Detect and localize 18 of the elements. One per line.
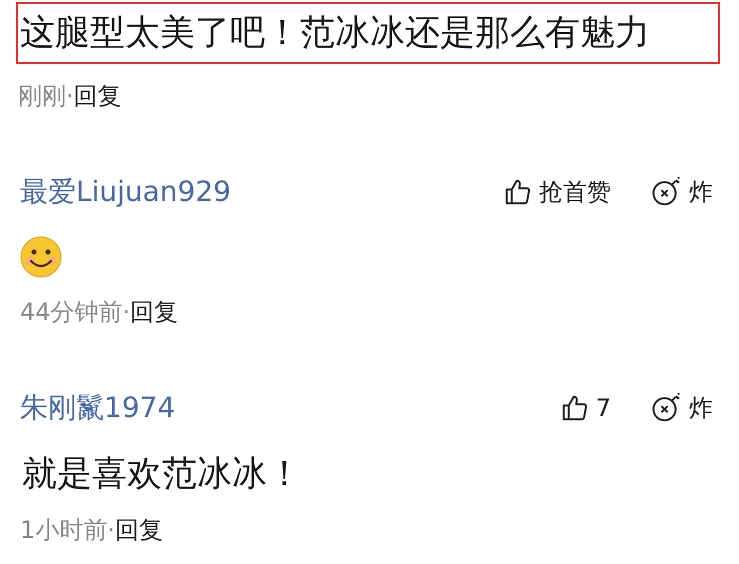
timestamp: 44分钟前·: [20, 297, 130, 328]
reply-link[interactable]: 回复: [114, 512, 163, 548]
bomb-button[interactable]: 炸: [651, 174, 713, 210]
timestamp: 刚刚·: [18, 81, 74, 112]
bomb-icon: [651, 393, 683, 423]
thumbs-up-icon: [503, 177, 533, 207]
timestamp: 1小时前·: [20, 515, 115, 546]
like-button[interactable]: 7: [560, 390, 611, 426]
smiley-icon: [20, 236, 62, 278]
bomb-icon: [651, 177, 683, 207]
reply-link[interactable]: 回复: [74, 78, 122, 114]
username[interactable]: 最爱Liujuan929: [20, 178, 231, 206]
reply-link[interactable]: 回复: [130, 294, 178, 330]
username[interactable]: 朱刚鬣1974: [20, 394, 176, 422]
comment-text: 这腿型太美了吧！范冰冰还是那么有魅力: [16, 2, 720, 64]
like-button[interactable]: 抢首赞: [503, 174, 611, 210]
bomb-button[interactable]: 炸: [651, 390, 713, 426]
comment-text: 就是喜欢范冰冰！: [21, 452, 303, 496]
